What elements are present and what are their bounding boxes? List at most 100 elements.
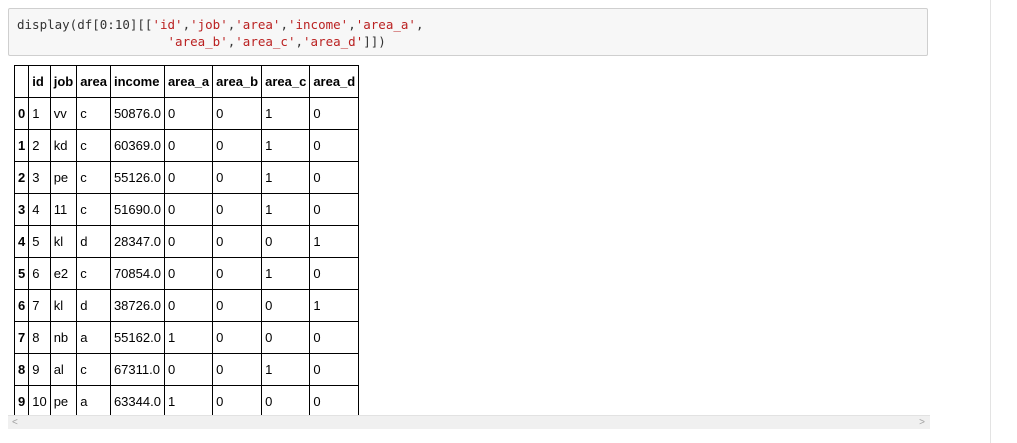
cell-job: 11 bbox=[49, 193, 78, 226]
index-header bbox=[13, 65, 30, 98]
cell-area: c bbox=[76, 257, 111, 290]
cell-id: 3 bbox=[28, 161, 51, 194]
cell-area: d bbox=[76, 289, 111, 322]
table-row: 4 5 kl d 28347.0 0 0 0 1 bbox=[13, 225, 360, 258]
cell-area-b: 0 bbox=[212, 289, 263, 322]
row-index: 6 bbox=[13, 289, 30, 322]
notebook-right-border bbox=[990, 0, 991, 443]
cell-area-d: 0 bbox=[309, 257, 360, 290]
cell-area-a: 0 bbox=[163, 193, 214, 226]
cell-area-c: 1 bbox=[261, 193, 311, 226]
cell-area-a: 0 bbox=[163, 225, 214, 258]
cell-id: 8 bbox=[28, 321, 51, 354]
row-index: 8 bbox=[13, 353, 30, 386]
cell-area: c bbox=[76, 353, 111, 386]
cell-area: d bbox=[76, 225, 111, 258]
cell-area-b: 0 bbox=[212, 321, 263, 354]
column-header-area-b: area_b bbox=[212, 65, 263, 98]
cell-area: c bbox=[76, 129, 111, 162]
table-row: 3 4 11 c 51690.0 0 0 1 0 bbox=[13, 193, 360, 226]
table-row: 1 2 kd c 60369.0 0 0 1 0 bbox=[13, 129, 360, 162]
cell-area-c: 1 bbox=[261, 97, 311, 130]
row-index: 2 bbox=[13, 161, 30, 194]
cell-area-b: 0 bbox=[212, 385, 263, 418]
table-row: 5 6 e2 c 70854.0 0 0 1 0 bbox=[13, 257, 360, 290]
cell-income: 51690.0 bbox=[109, 193, 165, 226]
cell-area-b: 0 bbox=[212, 97, 263, 130]
cell-area: c bbox=[76, 161, 111, 194]
cell-id: 2 bbox=[28, 129, 51, 162]
cell-area-c: 1 bbox=[261, 353, 311, 386]
row-index: 9 bbox=[13, 385, 30, 418]
cell-id: 4 bbox=[28, 193, 51, 226]
code-text[interactable]: display(df[0:10][['id','job','area','inc… bbox=[17, 16, 423, 50]
code-line-2: 'area_b','area_c','area_d']]) bbox=[167, 34, 386, 49]
cell-area-a: 0 bbox=[163, 289, 214, 322]
cell-area-b: 0 bbox=[212, 225, 263, 258]
column-header-area-a: area_a bbox=[163, 65, 214, 98]
cell-area-b: 0 bbox=[212, 257, 263, 290]
cell-income: 28347.0 bbox=[109, 225, 165, 258]
cell-job: kd bbox=[49, 129, 78, 162]
cell-area-d: 0 bbox=[309, 161, 360, 194]
table-row: 0 1 vv c 50876.0 0 0 1 0 bbox=[13, 97, 360, 130]
dataframe-table: id job area income area_a area_b area_c … bbox=[13, 65, 360, 418]
cell-id: 10 bbox=[28, 385, 51, 418]
cell-area-d: 0 bbox=[309, 193, 360, 226]
output-area: id job area income area_a area_b area_c … bbox=[8, 60, 930, 430]
cell-area-c: 0 bbox=[261, 385, 311, 418]
cell-income: 50876.0 bbox=[109, 97, 165, 130]
column-header-area-d: area_d bbox=[309, 65, 360, 98]
column-header-income: income bbox=[109, 65, 165, 98]
cell-area-d: 1 bbox=[309, 289, 360, 322]
row-index: 1 bbox=[13, 129, 30, 162]
column-header-area-c: area_c bbox=[261, 65, 311, 98]
horizontal-scrollbar[interactable]: < > bbox=[8, 415, 930, 429]
cell-area-d: 0 bbox=[309, 385, 360, 418]
cell-income: 60369.0 bbox=[109, 129, 165, 162]
table-row: 7 8 nb a 55162.0 1 0 0 0 bbox=[13, 321, 360, 354]
row-index: 0 bbox=[13, 97, 30, 130]
cell-area-c: 0 bbox=[261, 289, 311, 322]
cell-area: a bbox=[76, 321, 111, 354]
row-index: 4 bbox=[13, 225, 30, 258]
cell-job: kl bbox=[49, 225, 78, 258]
cell-area: a bbox=[76, 385, 111, 418]
cell-income: 67311.0 bbox=[109, 353, 165, 386]
cell-job: nb bbox=[49, 321, 78, 354]
cell-job: pe bbox=[49, 161, 78, 194]
cell-area-d: 0 bbox=[309, 321, 360, 354]
cell-income: 63344.0 bbox=[109, 385, 165, 418]
cell-area-d: 0 bbox=[309, 97, 360, 130]
cell-income: 38726.0 bbox=[109, 289, 165, 322]
column-header-area: area bbox=[76, 65, 111, 98]
cell-area: c bbox=[76, 97, 111, 130]
cell-area-d: 1 bbox=[309, 225, 360, 258]
code-input-cell[interactable]: display(df[0:10][['id','job','area','inc… bbox=[8, 8, 928, 56]
scroll-left-arrow-icon[interactable]: < bbox=[12, 416, 18, 429]
cell-id: 5 bbox=[28, 225, 51, 258]
cell-id: 1 bbox=[28, 97, 51, 130]
cell-job: vv bbox=[49, 97, 78, 130]
cell-job: kl bbox=[49, 289, 78, 322]
cell-area-a: 1 bbox=[163, 321, 214, 354]
row-index: 3 bbox=[13, 193, 30, 226]
scroll-right-arrow-icon[interactable]: > bbox=[919, 416, 925, 429]
table-row: 9 10 pe a 63344.0 1 0 0 0 bbox=[13, 385, 360, 418]
cell-income: 55126.0 bbox=[109, 161, 165, 194]
table-row: 6 7 kl d 38726.0 0 0 0 1 bbox=[13, 289, 360, 322]
cell-id: 9 bbox=[28, 353, 51, 386]
cell-area-a: 0 bbox=[163, 353, 214, 386]
cell-area-a: 0 bbox=[163, 161, 214, 194]
cell-area-c: 1 bbox=[261, 129, 311, 162]
cell-area-a: 0 bbox=[163, 97, 214, 130]
cell-area-d: 0 bbox=[309, 353, 360, 386]
cell-area-a: 0 bbox=[163, 257, 214, 290]
code-line-1: display(df[0:10][['id','job','area','inc… bbox=[17, 17, 424, 32]
row-index: 7 bbox=[13, 321, 30, 354]
cell-area-b: 0 bbox=[212, 129, 263, 162]
cell-income: 55162.0 bbox=[109, 321, 165, 354]
cell-id: 7 bbox=[28, 289, 51, 322]
cell-area: c bbox=[76, 193, 111, 226]
cell-job: e2 bbox=[49, 257, 78, 290]
